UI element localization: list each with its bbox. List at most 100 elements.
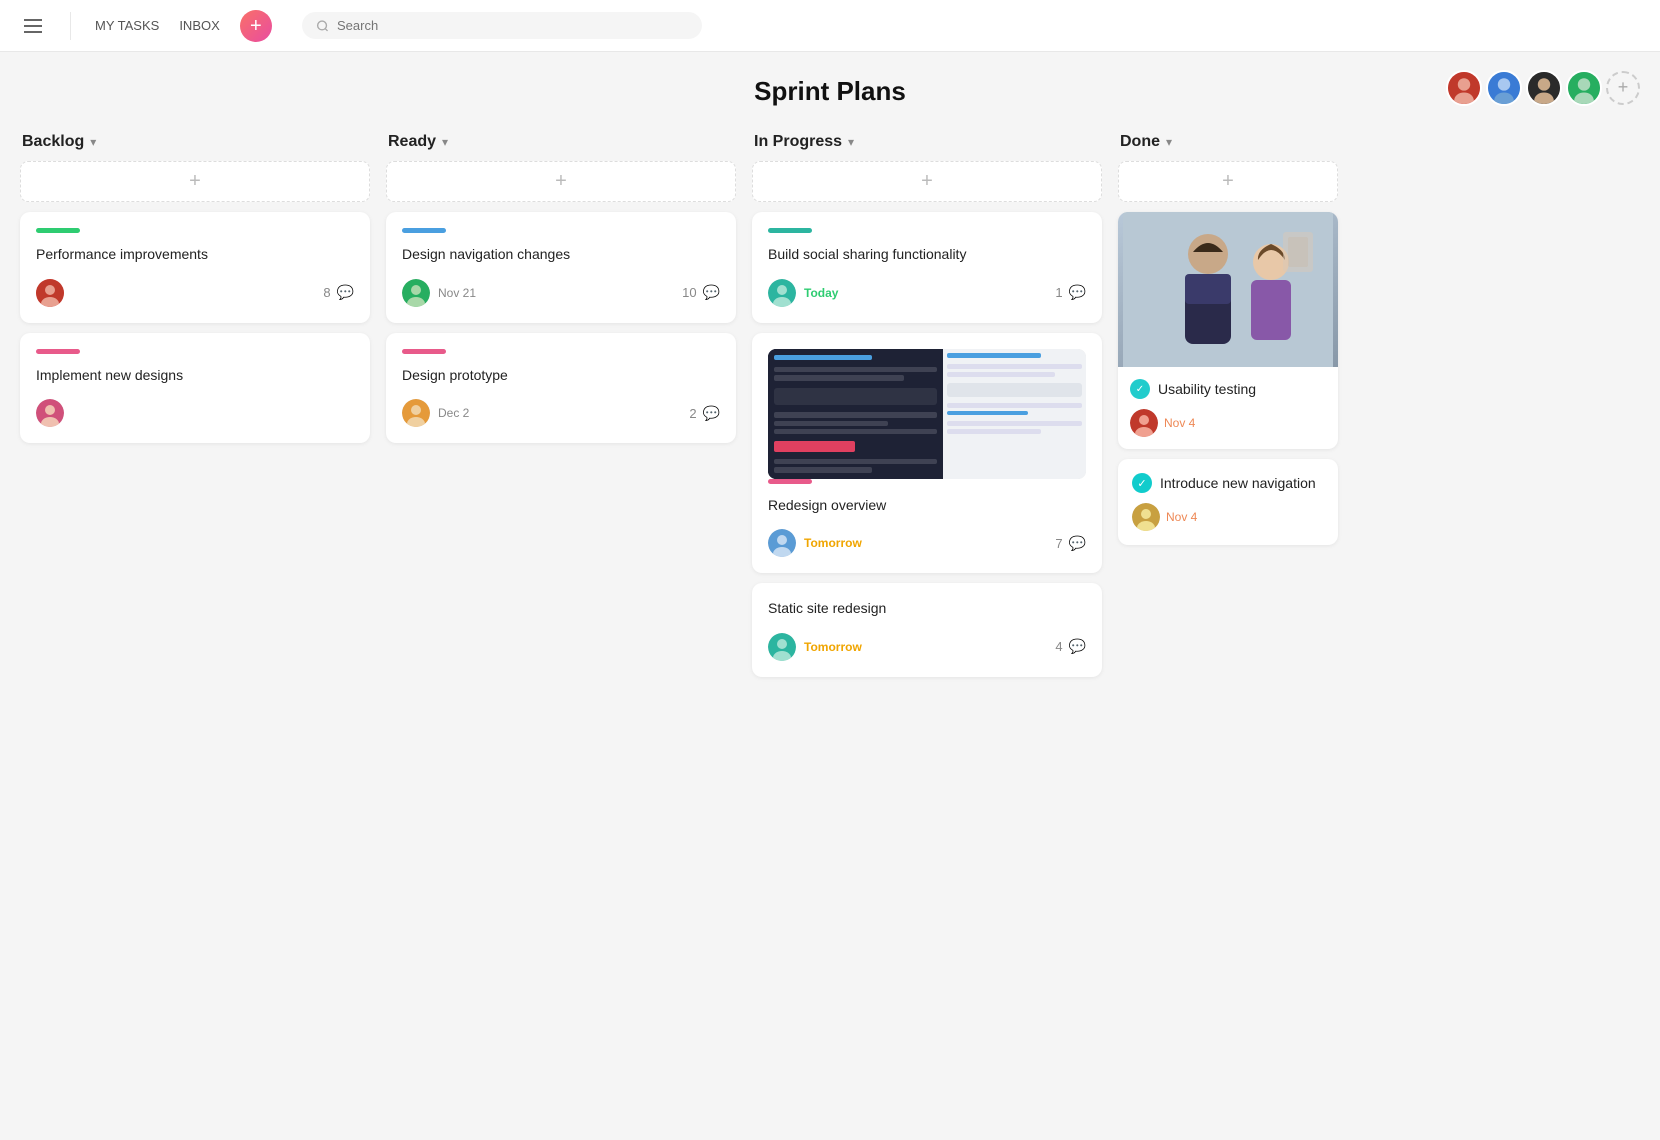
card-date: Tomorrow	[804, 536, 862, 550]
card-avatar[interactable]	[402, 399, 430, 427]
column-title-ready: Ready	[388, 133, 436, 151]
card-date: Nov 4	[1164, 416, 1195, 430]
search-input[interactable]	[337, 18, 688, 33]
avatar-3[interactable]	[1526, 70, 1562, 106]
kanban-board: Backlog ▾ + Performance improvements 8 💬	[0, 123, 1660, 717]
add-card-ready[interactable]: +	[386, 161, 736, 202]
comment-count: 10	[682, 285, 696, 300]
card-title: Build social sharing functionality	[768, 245, 1086, 265]
comment-count: 8	[323, 285, 330, 300]
card-usability-testing: ✓ Usability testing Nov 4	[1118, 212, 1338, 449]
card-tag	[36, 228, 80, 233]
card-title: Introduce new navigation	[1160, 475, 1316, 491]
card-footer: Today 1 💬	[768, 279, 1086, 307]
add-member-button[interactable]: +	[1606, 71, 1640, 105]
hamburger-menu[interactable]	[20, 15, 46, 37]
search-bar	[302, 12, 702, 39]
card-avatar[interactable]	[402, 279, 430, 307]
card-tag	[402, 349, 446, 354]
comment-count: 7	[1055, 536, 1062, 551]
add-card-backlog[interactable]: +	[20, 161, 370, 202]
inbox-link[interactable]: INBOX	[179, 18, 219, 33]
column-backlog: Backlog ▾ + Performance improvements 8 💬	[20, 133, 370, 453]
column-header-in-progress: In Progress ▾	[752, 133, 1102, 151]
card-tag	[768, 228, 812, 233]
card-avatar[interactable]	[768, 633, 796, 661]
card-avatar[interactable]	[768, 529, 796, 557]
comment-icon: 💬	[1069, 535, 1086, 552]
card-footer: Tomorrow 4 💬	[768, 633, 1086, 661]
done-card-header: ✓ Introduce new navigation	[1132, 473, 1324, 493]
card-implement-new-designs: Implement new designs	[20, 333, 370, 444]
card-avatar[interactable]	[768, 279, 796, 307]
done-check-icon: ✓	[1132, 473, 1152, 493]
card-meta: 1 💬	[1055, 284, 1086, 301]
column-header-done: Done ▾	[1118, 133, 1338, 151]
comment-icon: 💬	[1069, 638, 1086, 655]
comment-icon: 💬	[703, 284, 720, 301]
done-chevron-icon[interactable]: ▾	[1166, 135, 1172, 149]
page-title: Sprint Plans	[754, 76, 906, 107]
avatar-2[interactable]	[1486, 70, 1522, 106]
card-date: Dec 2	[438, 406, 469, 420]
card-title: Usability testing	[1158, 381, 1256, 397]
card-static-site-redesign: Static site redesign Tomorrow 4 💬	[752, 583, 1102, 677]
column-title-done: Done	[1120, 133, 1160, 151]
card-title: Performance improvements	[36, 245, 354, 265]
card-redesign-overview: Redesign overview Tomorrow 7 💬	[752, 333, 1102, 574]
card-design-prototype: Design prototype Dec 2 2 💬	[386, 333, 736, 444]
card-title: Static site redesign	[768, 599, 1086, 619]
card-tag	[402, 228, 446, 233]
column-in-progress: In Progress ▾ + Build social sharing fun…	[752, 133, 1102, 687]
people-photo	[1123, 212, 1333, 367]
card-date: Nov 4	[1166, 510, 1197, 524]
comment-icon: 💬	[703, 405, 720, 422]
avatar-1[interactable]	[1446, 70, 1482, 106]
ready-chevron-icon[interactable]: ▾	[442, 135, 448, 149]
card-footer: Nov 4	[1132, 503, 1324, 531]
column-done: Done ▾ +	[1118, 133, 1338, 555]
topnav: MY TASKS INBOX +	[0, 0, 1660, 52]
page-header: Sprint Plans	[0, 52, 1660, 123]
done-check-icon: ✓	[1130, 379, 1150, 399]
avatar-4[interactable]	[1566, 70, 1602, 106]
card-meta: 4 💬	[1055, 638, 1086, 655]
card-build-social-sharing: Build social sharing functionality Today…	[752, 212, 1102, 323]
column-header-ready: Ready ▾	[386, 133, 736, 151]
card-title: Design prototype	[402, 366, 720, 386]
card-tag	[768, 479, 812, 484]
card-design-navigation: Design navigation changes Nov 21 10 💬	[386, 212, 736, 323]
add-card-in-progress[interactable]: +	[752, 161, 1102, 202]
nav-divider	[70, 12, 71, 40]
in-progress-chevron-icon[interactable]: ▾	[848, 135, 854, 149]
column-header-backlog: Backlog ▾	[20, 133, 370, 151]
card-meta: 7 💬	[1055, 535, 1086, 552]
column-ready: Ready ▾ + Design navigation changes Nov …	[386, 133, 736, 453]
card-footer: Nov 21 10 💬	[402, 279, 720, 307]
search-icon	[316, 19, 329, 33]
comment-icon: 💬	[1069, 284, 1086, 301]
backlog-chevron-icon[interactable]: ▾	[90, 135, 96, 149]
card-date: Tomorrow	[804, 640, 862, 654]
add-button[interactable]: +	[240, 10, 272, 42]
card-introduce-navigation: ✓ Introduce new navigation Nov 4	[1118, 459, 1338, 545]
card-meta: 8 💬	[323, 284, 354, 301]
comment-count: 1	[1055, 285, 1062, 300]
card-avatar[interactable]	[1130, 409, 1158, 437]
card-footer: Tomorrow 7 💬	[768, 529, 1086, 557]
card-date: Nov 21	[438, 286, 476, 300]
card-title: Design navigation changes	[402, 245, 720, 265]
card-footer	[36, 399, 354, 427]
card-footer: Dec 2 2 💬	[402, 399, 720, 427]
card-tag	[36, 349, 80, 354]
card-avatar[interactable]	[1132, 503, 1160, 531]
my-tasks-link[interactable]: MY TASKS	[95, 18, 159, 33]
add-card-done[interactable]: +	[1118, 161, 1338, 202]
comment-icon: 💬	[337, 284, 354, 301]
card-content: ✓ Usability testing Nov 4	[1118, 367, 1338, 449]
card-avatar[interactable]	[36, 279, 64, 307]
member-avatars: +	[1446, 70, 1640, 106]
card-avatar[interactable]	[36, 399, 64, 427]
column-title-backlog: Backlog	[22, 133, 84, 151]
card-date: Today	[804, 286, 838, 300]
